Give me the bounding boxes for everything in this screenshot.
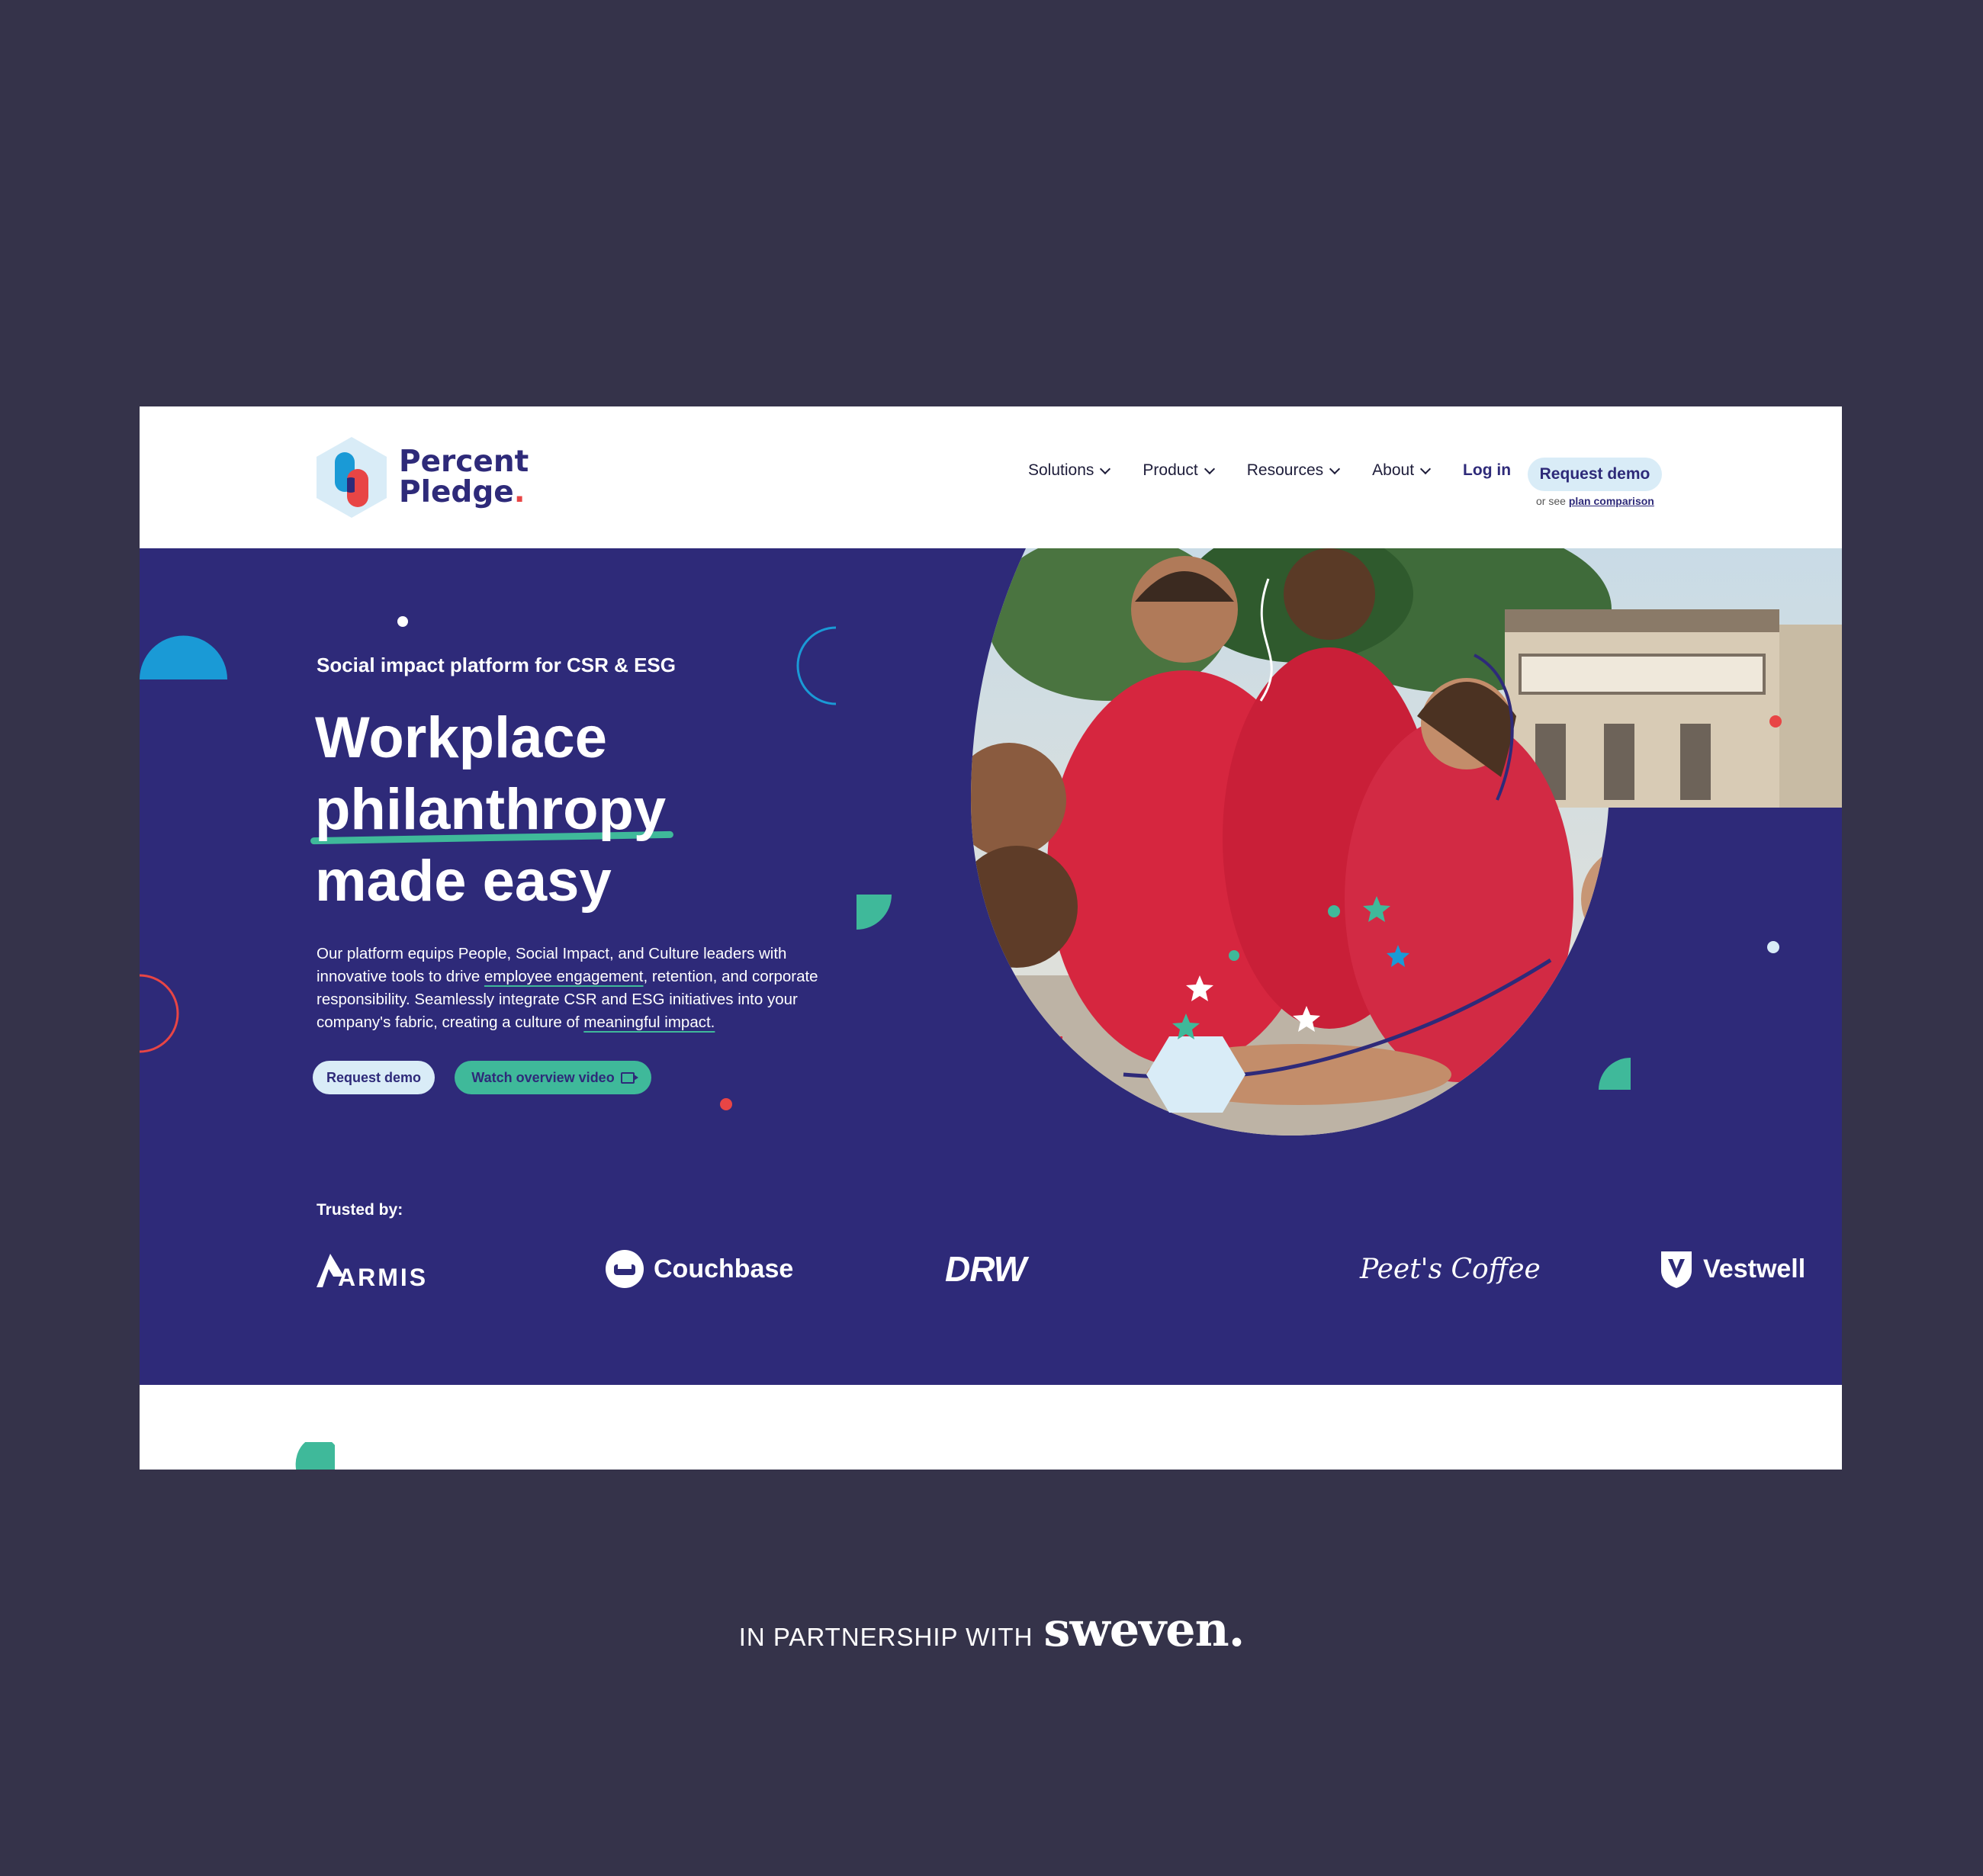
plan-comparison-note: or see plan comparison [1536, 495, 1654, 507]
hero-description: Our platform equips People, Social Impac… [317, 943, 835, 1034]
brand-armis-logo: ARMIS [313, 1235, 428, 1303]
website-screenshot: Percent Pledge. Solutions Product Resour… [140, 406, 1842, 1470]
hero-photo [971, 548, 1842, 1143]
chevron-down-icon [1329, 463, 1341, 474]
watch-video-label: Watch overview video [471, 1069, 615, 1085]
brand-peets: Peet's Coffee [1360, 1253, 1541, 1285]
request-demo-button[interactable]: Request demo [1528, 458, 1662, 491]
brand-vestwell-logo: Vestwell [1659, 1235, 1805, 1303]
brand-vestwell: Vestwell [1703, 1254, 1806, 1283]
nav-product[interactable]: Product [1143, 461, 1215, 480]
plan-comparison-link[interactable]: plan comparison [1569, 495, 1654, 507]
nav-about-label: About [1372, 461, 1415, 479]
headline-line3: made easy [315, 849, 612, 914]
green-quarter-shape [857, 895, 892, 930]
chevron-down-icon [1204, 463, 1215, 474]
next-section [140, 1385, 1842, 1470]
watch-video-button[interactable]: Watch overview video [455, 1061, 651, 1094]
brand-peets-logo: Peet's Coffee [1360, 1235, 1541, 1303]
sweven-dot: . [1228, 1601, 1245, 1657]
employee-engagement-link[interactable]: employee engagement [484, 968, 644, 985]
brand-couchbase-logo: Couchbase [605, 1235, 793, 1303]
nav-product-label: Product [1143, 461, 1198, 479]
red-arc-shape [140, 974, 179, 1053]
hero-headline: Workplace philanthropy made easy [315, 702, 666, 917]
brand-drw: DRW [945, 1249, 1027, 1289]
plan-note-prefix: or see [1536, 495, 1566, 507]
blue-arc-shape [796, 626, 837, 705]
couchbase-mark-icon [606, 1250, 644, 1288]
site-header: Percent Pledge. Solutions Product Resour… [140, 406, 1842, 548]
percent-pledge-logo[interactable]: Percent Pledge. [315, 435, 529, 519]
logo-wordmark: Percent Pledge. [399, 447, 529, 508]
logo-dot: . [513, 475, 525, 509]
meaningful-impact-link[interactable]: meaningful impact. [583, 1013, 715, 1031]
nav-resources-label: Resources [1246, 461, 1324, 479]
logo-line1: Percent [399, 445, 529, 479]
sweven-wordmark: sweven [1043, 1601, 1229, 1657]
nav-solutions[interactable]: Solutions [1028, 461, 1111, 480]
client-logos: ARMIS Couchbase DRW Peet's Coffee Vestwe… [313, 1235, 1805, 1303]
brand-couchbase: Couchbase [654, 1254, 794, 1283]
green-half-circle-shape-bottom [295, 1442, 335, 1470]
headline-line2: philanthropy [315, 774, 666, 846]
logo-hexagon-icon [315, 435, 388, 519]
hero-request-demo-button[interactable]: Request demo [313, 1061, 435, 1094]
logo-line2: Pledge [399, 475, 514, 509]
chevron-down-icon [1100, 463, 1111, 474]
nav-resources[interactable]: Resources [1246, 461, 1341, 480]
vestwell-shield-icon [1661, 1251, 1692, 1288]
partnership-text: IN PARTNERSHIP WITH [738, 1623, 1033, 1651]
headline-line1: Workplace [315, 705, 607, 770]
nav-about[interactable]: About [1372, 461, 1432, 480]
red-dot-shape [720, 1098, 732, 1110]
hero-section: Social impact platform for CSR & ESG Wor… [140, 548, 1842, 1385]
main-nav: Solutions Product Resources About Log in [1028, 461, 1511, 480]
nav-solutions-label: Solutions [1028, 461, 1094, 479]
chevron-down-icon [1419, 463, 1432, 474]
video-camera-icon [620, 1071, 638, 1084]
trusted-by-label: Trusted by: [317, 1201, 403, 1219]
sweven-logo: sweven. [1043, 1601, 1245, 1657]
brand-armis: ARMIS [338, 1263, 429, 1291]
hero-eyebrow: Social impact platform for CSR & ESG [317, 654, 676, 676]
blue-half-circle-shape [140, 635, 227, 679]
white-dot-shape [397, 616, 408, 627]
login-link[interactable]: Log in [1463, 461, 1511, 480]
brand-drw-logo: DRW [945, 1235, 1027, 1303]
partnership-credit: IN PARTNERSHIP WITH sweven. [0, 1601, 1983, 1657]
